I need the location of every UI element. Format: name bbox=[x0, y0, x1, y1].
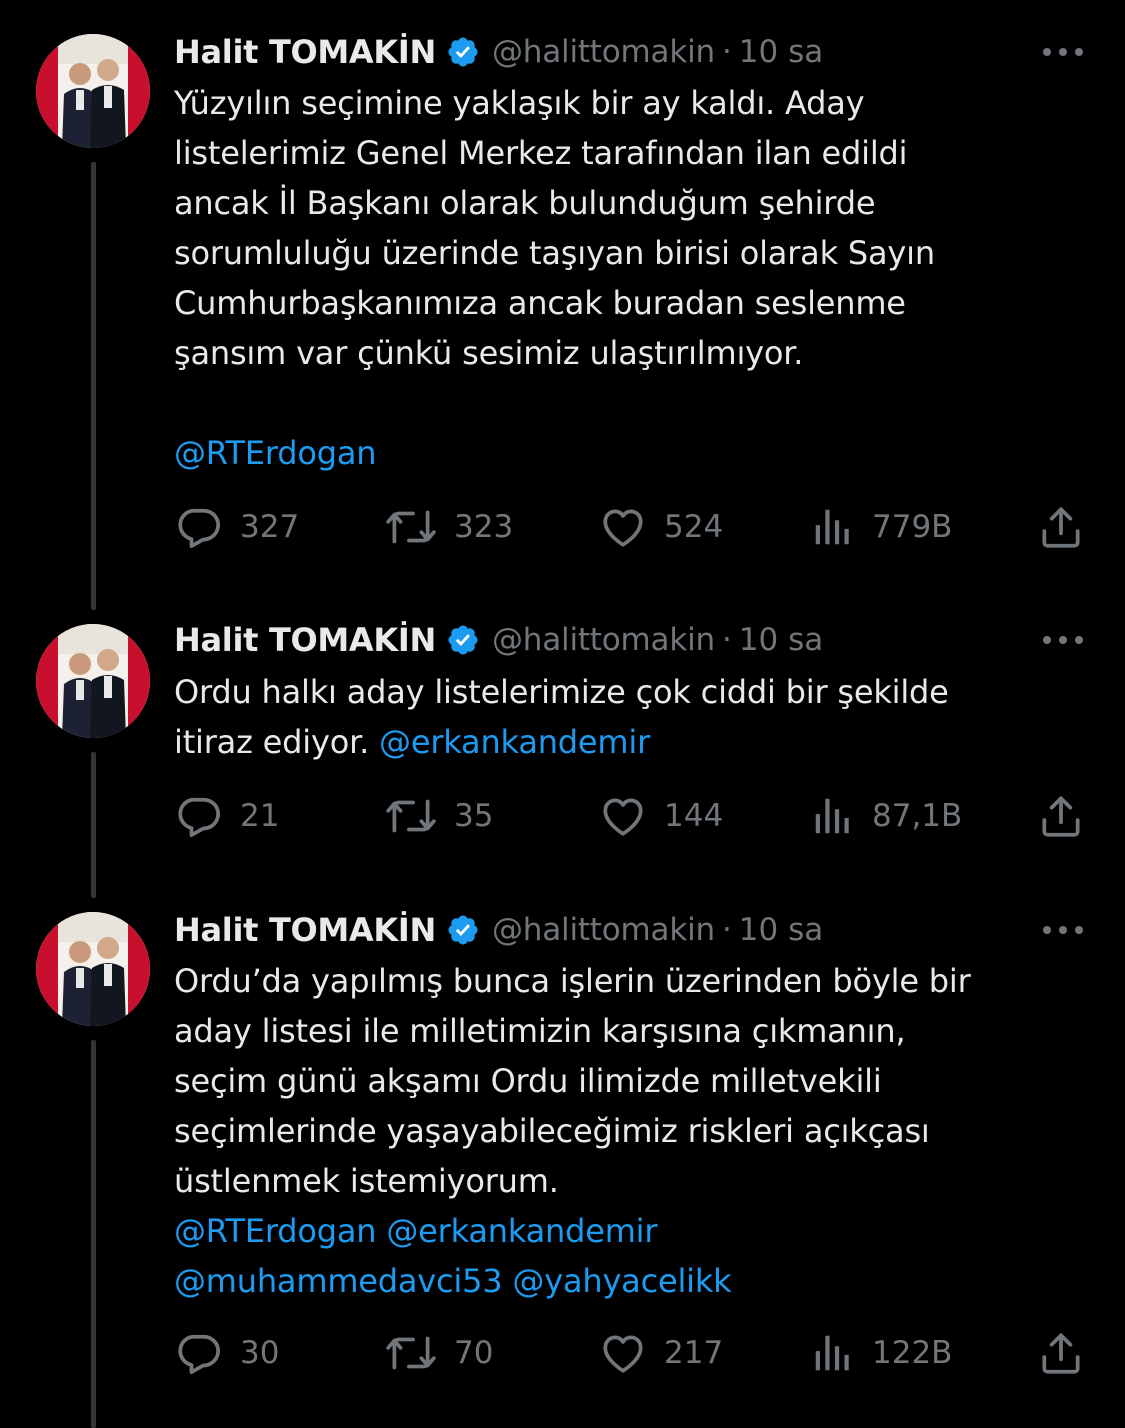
like-count: 144 bbox=[664, 798, 724, 834]
avatar[interactable] bbox=[36, 624, 150, 738]
like-button[interactable]: 524 bbox=[598, 502, 723, 552]
tweet-text: Yüzyılın seçimine yaklaşık bir ay kaldı.… bbox=[174, 78, 1094, 478]
author-handle[interactable]: @halittomakin bbox=[492, 912, 715, 948]
tweet-body-text: Ordu’da yapılmış bunca işlerin üzerinden… bbox=[174, 962, 971, 1200]
mention-link[interactable]: @erkankandemir bbox=[379, 723, 650, 761]
avatar[interactable] bbox=[36, 34, 150, 148]
reply-bubble-icon bbox=[174, 791, 224, 841]
separator-dot: · bbox=[721, 34, 732, 70]
timestamp[interactable]: 10 sa bbox=[739, 912, 823, 948]
verified-badge-icon bbox=[446, 913, 480, 947]
more-dots-icon[interactable] bbox=[1040, 920, 1086, 940]
separator-dot: · bbox=[721, 622, 732, 658]
tweet-text: Ordu halkı aday listelerimize çok ciddi … bbox=[174, 667, 1094, 767]
tweet-text: Ordu’da yapılmış bunca işlerin üzerinden… bbox=[174, 956, 1094, 1306]
tweet-header: Halit TOMAKİN @halittomakin · 10 sa bbox=[174, 910, 823, 950]
author-name[interactable]: Halit TOMAKİN bbox=[174, 33, 436, 71]
avatar[interactable] bbox=[36, 912, 150, 1026]
like-button[interactable]: 217 bbox=[598, 1328, 723, 1378]
author-handle[interactable]: @halittomakin bbox=[492, 622, 715, 658]
share-upload-icon bbox=[1036, 1328, 1086, 1378]
reply-count: 327 bbox=[240, 509, 300, 545]
views-count: 122B bbox=[872, 1335, 953, 1371]
retweet-count: 323 bbox=[454, 509, 514, 545]
action-bar: 30 70 217 122B bbox=[174, 1328, 1094, 1378]
action-bar: 21 35 144 87,1B bbox=[174, 791, 1094, 841]
reply-button[interactable]: 327 bbox=[174, 502, 299, 552]
separator-dot: · bbox=[721, 912, 732, 948]
tweet-body-text: Yüzyılın seçimine yaklaşık bir ay kaldı.… bbox=[174, 84, 935, 372]
timestamp[interactable]: 10 sa bbox=[739, 34, 823, 70]
bar-chart-icon bbox=[810, 1330, 856, 1376]
heart-icon bbox=[598, 1328, 648, 1378]
share-button[interactable] bbox=[1036, 1328, 1086, 1378]
retweet-button[interactable]: 323 bbox=[384, 502, 513, 552]
views-count: 779B bbox=[872, 509, 953, 545]
author-name[interactable]: Halit TOMAKİN bbox=[174, 621, 436, 659]
more-dots-icon[interactable] bbox=[1040, 630, 1086, 650]
views-button[interactable]: 779B bbox=[810, 502, 952, 552]
reply-bubble-icon bbox=[174, 502, 224, 552]
retweet-button[interactable]: 70 bbox=[384, 1328, 493, 1378]
share-button[interactable] bbox=[1036, 791, 1086, 841]
heart-icon bbox=[598, 791, 648, 841]
reply-bubble-icon bbox=[174, 1328, 224, 1378]
heart-icon bbox=[598, 502, 648, 552]
share-upload-icon bbox=[1036, 791, 1086, 841]
tweet[interactable]: Halit TOMAKİN @halittomakin · 10 sa Ordu… bbox=[0, 878, 1125, 1428]
reply-button[interactable]: 30 bbox=[174, 1328, 279, 1378]
tweet-header: Halit TOMAKİN @halittomakin · 10 sa bbox=[174, 32, 823, 72]
tweet-header: Halit TOMAKİN @halittomakin · 10 sa bbox=[174, 620, 823, 660]
reply-button[interactable]: 21 bbox=[174, 791, 279, 841]
verified-badge-icon bbox=[446, 623, 480, 657]
reply-count: 21 bbox=[240, 798, 280, 834]
bar-chart-icon bbox=[810, 504, 856, 550]
retweet-arrows-icon bbox=[384, 1328, 438, 1378]
like-button[interactable]: 144 bbox=[598, 791, 723, 841]
like-count: 217 bbox=[664, 1335, 724, 1371]
retweet-button[interactable]: 35 bbox=[384, 791, 493, 841]
reply-count: 30 bbox=[240, 1335, 280, 1371]
retweet-arrows-icon bbox=[384, 502, 438, 552]
views-button[interactable]: 87,1B bbox=[810, 791, 962, 841]
more-dots-icon[interactable] bbox=[1040, 42, 1086, 62]
author-handle[interactable]: @halittomakin bbox=[492, 34, 715, 70]
retweet-count: 35 bbox=[454, 798, 494, 834]
share-button[interactable] bbox=[1036, 502, 1086, 552]
timestamp[interactable]: 10 sa bbox=[739, 622, 823, 658]
share-upload-icon bbox=[1036, 502, 1086, 552]
like-count: 524 bbox=[664, 509, 724, 545]
retweet-arrows-icon bbox=[384, 791, 438, 841]
views-button[interactable]: 122B bbox=[810, 1328, 952, 1378]
tweet[interactable]: Halit TOMAKİN @halittomakin · 10 sa Yüzy… bbox=[0, 0, 1125, 590]
verified-badge-icon bbox=[446, 35, 480, 69]
mention-link[interactable]: @RTErdogan @erkankandemir @muhammedavci5… bbox=[174, 1212, 732, 1300]
action-bar: 327 323 524 779B bbox=[174, 502, 1094, 552]
author-name[interactable]: Halit TOMAKİN bbox=[174, 911, 436, 949]
tweet[interactable]: Halit TOMAKİN @halittomakin · 10 sa Ordu… bbox=[0, 590, 1125, 880]
mention-link[interactable]: @RTErdogan bbox=[174, 434, 377, 472]
bar-chart-icon bbox=[810, 793, 856, 839]
views-count: 87,1B bbox=[872, 798, 963, 834]
retweet-count: 70 bbox=[454, 1335, 494, 1371]
